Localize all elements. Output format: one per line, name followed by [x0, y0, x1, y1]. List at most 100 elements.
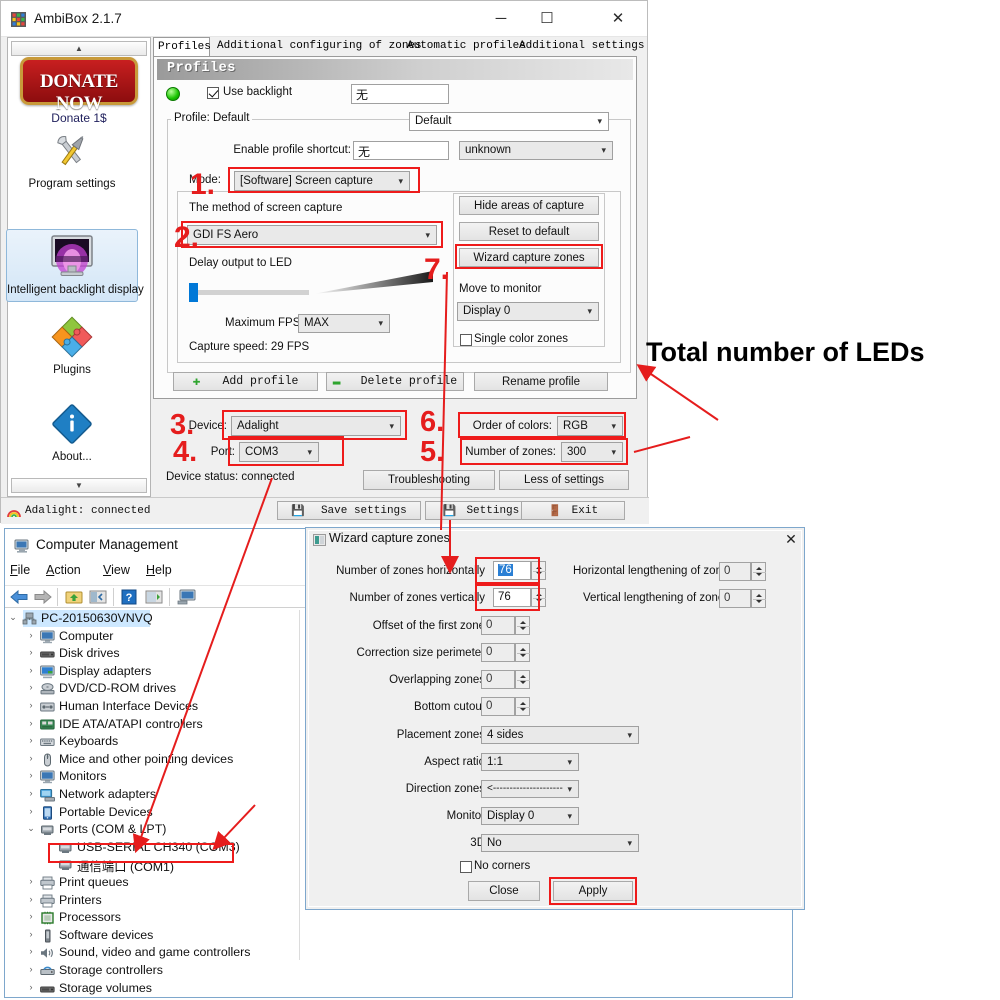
close-button[interactable]: ✕ — [593, 1, 643, 37]
bottom-cutout-input[interactable]: 0 — [481, 697, 515, 716]
tree-item-label: DVD/CD-ROM drives — [59, 681, 177, 696]
correction-size-perimeter-input[interactable]: 0 — [481, 643, 515, 662]
annotation-box-port — [228, 436, 344, 466]
tree-item-label: Print queues — [59, 875, 129, 889]
backlight-value-field[interactable]: 无 — [351, 84, 449, 104]
chevron-right-icon[interactable]: › — [26, 894, 36, 904]
help-icon[interactable]: ? — [121, 589, 137, 610]
chevron-right-icon[interactable]: › — [26, 982, 36, 992]
placement-zones-combo[interactable]: 4 sides ▾ — [481, 726, 639, 744]
chevron-down-icon: ▾ — [587, 306, 592, 316]
rename-profile-button[interactable]: Rename profile — [474, 372, 608, 391]
chevron-right-icon[interactable]: › — [26, 682, 36, 692]
chevron-down-icon: ▾ — [567, 811, 572, 821]
sidebar-item-plugins[interactable]: Plugins — [6, 311, 138, 382]
menu-view[interactable]: View — [103, 563, 130, 577]
vertical-lengthening-input[interactable]: 0 — [719, 589, 751, 608]
shortcut-value-field[interactable]: 无 — [353, 141, 449, 160]
back-icon[interactable] — [9, 589, 29, 610]
three-d-combo[interactable]: No ▾ — [481, 834, 639, 852]
forward-icon[interactable] — [33, 589, 53, 610]
minimize-button[interactable]: ─ — [478, 1, 524, 37]
hide-areas-of-capture-button[interactable]: Hide areas of capture — [459, 196, 599, 215]
bottom-cutout-stepper[interactable] — [515, 697, 530, 716]
offset-first-zone-stepper[interactable] — [515, 616, 530, 635]
donate-button[interactable]: DONATE NOW — [20, 57, 138, 114]
show-pane-icon[interactable] — [89, 589, 107, 610]
delay-gradient-wedge — [313, 271, 433, 297]
chevron-right-icon[interactable]: › — [26, 788, 36, 798]
delay-slider-track[interactable] — [191, 290, 309, 295]
horizontal-lengthening-stepper[interactable] — [751, 562, 766, 581]
overlapping-zones-stepper[interactable] — [515, 670, 530, 689]
save-settings-button[interactable]: 💾 Save settings — [277, 501, 421, 520]
chevron-right-icon[interactable]: › — [26, 718, 36, 728]
sidebar-item-intelligent-backlight-display[interactable]: Intelligent backlight display — [6, 229, 144, 302]
tab-additional-configuring-of-zones[interactable]: Additional configuring of zones — [213, 37, 426, 57]
sidebar-item-about[interactable]: About... — [6, 398, 138, 469]
minus-icon: ▬ — [332, 374, 341, 389]
chevron-right-icon[interactable]: › — [26, 770, 36, 780]
correction-size-perimeter-stepper[interactable] — [515, 643, 530, 662]
delete-profile-button[interactable]: ▬ Delete profile — [326, 372, 464, 391]
shortcut-combo[interactable]: unknown ▾ — [459, 141, 613, 160]
console-icon[interactable] — [177, 589, 197, 610]
chevron-right-icon[interactable]: › — [26, 647, 36, 657]
direction-zones-combo[interactable]: <--------------------- ▾ — [481, 780, 579, 798]
tab-profiles[interactable]: Profiles — [153, 37, 211, 57]
computer-management-splitter[interactable] — [299, 610, 300, 960]
troubleshooting-button[interactable]: Troubleshooting — [363, 470, 495, 490]
wizard-close-button[interactable]: ✕ — [782, 530, 800, 548]
chevron-right-icon[interactable]: › — [26, 946, 36, 956]
vertical-lengthening-stepper[interactable] — [751, 589, 766, 608]
maximize-button[interactable]: ☐ — [524, 1, 570, 37]
properties-icon[interactable] — [145, 589, 163, 610]
add-profile-button[interactable]: ✚ Add profile — [173, 372, 318, 391]
chevron-right-icon[interactable]: › — [26, 929, 36, 939]
chevron-right-icon[interactable]: › — [26, 735, 36, 745]
tab-additional-settings[interactable]: Additional settings — [515, 37, 648, 57]
total-leds-annotation-text: Total number of LEDs — [646, 337, 925, 367]
offset-first-zone-input[interactable]: 0 — [481, 616, 515, 635]
less-of-settings-button[interactable]: Less of settings — [499, 470, 629, 490]
tree-item-label: Display adapters — [59, 663, 152, 678]
chevron-right-icon[interactable]: ⌄ — [8, 612, 18, 623]
menu-file[interactable]: FFileile — [10, 563, 30, 577]
aspect-ratio-combo[interactable]: 1:1 ▾ — [481, 753, 579, 771]
horizontal-lengthening-label: Horizontal lengthening of zones — [573, 565, 735, 577]
use-backlight-checkbox[interactable] — [207, 87, 219, 99]
tree-item-label: Network adapters — [59, 787, 157, 801]
chevron-right-icon[interactable]: › — [26, 700, 36, 710]
chevron-right-icon[interactable]: › — [26, 630, 36, 640]
chevron-right-icon[interactable]: › — [26, 964, 36, 974]
sidebar-item-program-settings[interactable]: Program settings — [6, 127, 138, 196]
delay-slider-thumb[interactable] — [189, 283, 198, 302]
menu-help[interactable]: Help — [146, 563, 172, 577]
chevron-right-icon[interactable]: › — [26, 665, 36, 675]
chevron-down-icon: ▾ — [567, 757, 572, 767]
sidebar-scroll-down[interactable]: ▼ — [11, 478, 147, 493]
exit-button[interactable]: 🚪 Exit — [521, 501, 625, 520]
sidebar-scroll-up[interactable]: ▲ — [11, 41, 147, 56]
move-to-monitor-combo[interactable]: Display 0 ▾ — [457, 302, 599, 321]
menu-action[interactable]: Action — [46, 563, 81, 577]
chevron-right-icon[interactable]: › — [26, 806, 36, 816]
tree-item-label: Sound, video and game controllers — [59, 945, 251, 960]
horizontal-lengthening-input[interactable]: 0 — [719, 562, 751, 581]
chevron-right-icon[interactable]: › — [26, 753, 36, 763]
no-corners-checkbox[interactable] — [460, 861, 472, 873]
chevron-down-icon[interactable]: ⌄ — [26, 823, 36, 834]
tab-automatic-profiles[interactable]: Automatic profiles — [403, 37, 530, 57]
up-folder-icon[interactable] — [65, 589, 83, 610]
chevron-right-icon[interactable]: › — [26, 876, 36, 886]
overlapping-zones-input[interactable]: 0 — [481, 670, 515, 689]
chevron-right-icon[interactable]: › — [26, 911, 36, 921]
computer-management-icon — [14, 538, 30, 554]
profile-combo[interactable]: Default ▾ — [409, 112, 609, 131]
monitor-combo[interactable]: Display 0 ▾ — [481, 807, 579, 825]
single-color-zones-checkbox[interactable] — [460, 334, 472, 346]
reset-to-default-button[interactable]: Reset to default — [459, 222, 599, 241]
wizard-close-action-button[interactable]: Close — [468, 881, 540, 901]
direction-zones-label: Direction zones — [405, 783, 485, 795]
max-fps-combo[interactable]: MAX ▾ — [298, 314, 390, 333]
